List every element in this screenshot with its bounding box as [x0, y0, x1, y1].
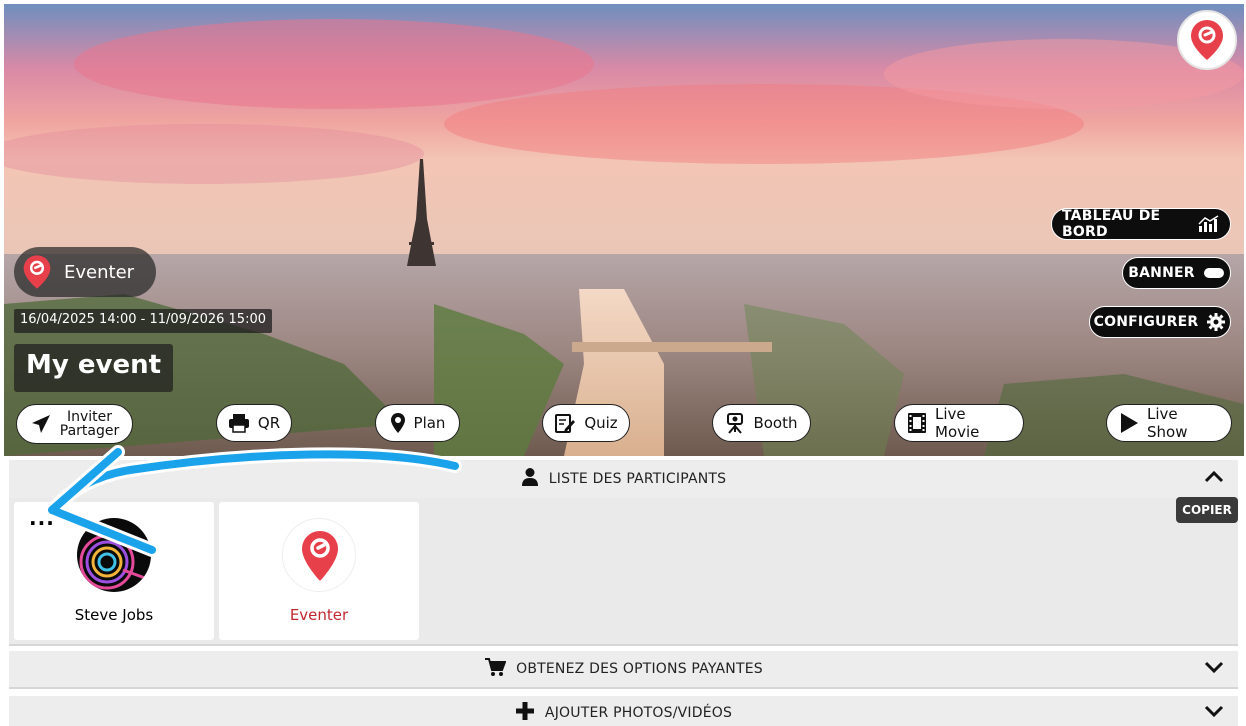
participant-name: Steve Jobs [74, 606, 154, 624]
more-options-icon[interactable]: ... [29, 508, 55, 528]
live-movie-button[interactable]: Live Movie [894, 404, 1024, 442]
quiz-label: Quiz [584, 414, 618, 432]
live-movie-label: Live Movie [935, 405, 980, 441]
participant-card[interactable]: ... Steve Jobs [14, 502, 214, 640]
user-icon [521, 467, 539, 491]
chart-icon [1198, 215, 1220, 233]
paper-plane-icon [30, 413, 52, 435]
qr-label: QR [257, 414, 281, 432]
configure-label: CONFIGURER [1093, 314, 1199, 330]
paid-options-title: OBTENEZ DES OPTIONS PAYANTES [516, 661, 763, 677]
configure-button[interactable]: CONFIGURER [1089, 306, 1231, 338]
add-media-header[interactable]: AJOUTER PHOTOS/VIDÉOS [9, 696, 1238, 726]
booth-label: Booth [753, 414, 798, 432]
plan-label: Plan [413, 414, 446, 432]
quiz-button[interactable]: Quiz [542, 404, 630, 442]
event-title: My event [14, 344, 174, 392]
app-logo[interactable] [1177, 10, 1237, 70]
avatar [282, 518, 356, 592]
paid-options-section[interactable]: OBTENEZ DES OPTIONS PAYANTES [9, 651, 1238, 689]
add-media-section[interactable]: AJOUTER PHOTOS/VIDÉOS [9, 696, 1238, 726]
invite-label: Inviter [66, 409, 113, 425]
banner-button[interactable]: BANNER [1122, 257, 1231, 289]
film-icon [907, 412, 927, 434]
participant-card[interactable]: Eventer [219, 502, 419, 640]
qr-button[interactable]: QR [216, 404, 292, 442]
plan-button[interactable]: Plan [375, 404, 460, 442]
map-pin-logo-icon [1191, 20, 1223, 60]
dashboard-label: TABLEAU DE BORD [1062, 208, 1161, 240]
plus-icon [515, 701, 535, 725]
app-root: TABLEAU DE BORD BANNER CONFIGURER Evente… [0, 0, 1246, 726]
participant-name: Eventer [289, 606, 349, 624]
play-icon [1119, 412, 1139, 434]
chevron-down-icon[interactable] [1204, 660, 1224, 678]
booth-button[interactable]: Booth [712, 404, 811, 442]
quiz-edit-icon [554, 412, 576, 434]
cart-icon [484, 657, 507, 681]
paid-options-header[interactable]: OBTENEZ DES OPTIONS PAYANTES [9, 651, 1238, 687]
add-media-title: AJOUTER PHOTOS/VIDÉOS [544, 705, 733, 721]
live-show-button[interactable]: Live Show [1106, 404, 1232, 442]
printer-icon [228, 413, 250, 433]
invite-share-button[interactable]: Inviter Partager [16, 404, 133, 444]
gear-icon [1206, 312, 1226, 332]
live-show-label: Live Show [1147, 405, 1188, 441]
camera-tripod-icon [725, 412, 745, 434]
banner-label: BANNER [1128, 265, 1195, 281]
banner-icon [1203, 267, 1225, 279]
chevron-down-icon[interactable] [1204, 704, 1224, 722]
event-dates: 16/04/2025 14:00 - 11/09/2026 15:00 [14, 309, 273, 333]
organizer-pin-icon [23, 255, 51, 289]
organizer-badge[interactable]: Eventer [14, 247, 156, 297]
participants-section: LISTE DES PARTICIPANTS ... Steve Jobs Ev… [9, 460, 1238, 646]
participants-header[interactable]: LISTE DES PARTICIPANTS [9, 460, 1238, 498]
participants-title: LISTE DES PARTICIPANTS [548, 471, 727, 487]
organizer-name: Eventer [64, 261, 135, 283]
avatar [77, 518, 151, 592]
copy-tooltip: COPIER [1176, 497, 1238, 523]
participants-list: ... Steve Jobs Eventer [9, 498, 1238, 644]
dashboard-button[interactable]: TABLEAU DE BORD [1051, 208, 1231, 240]
chevron-up-icon[interactable] [1204, 469, 1224, 487]
share-label: Partager [59, 423, 120, 439]
location-pin-icon [390, 412, 406, 434]
